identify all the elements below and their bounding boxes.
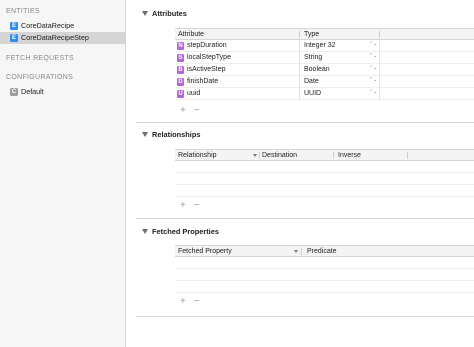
- attribute-row[interactable]: N stepDuration Integer 32 ⌃⌄: [175, 40, 474, 52]
- column-divider: [379, 40, 380, 52]
- column-header-type[interactable]: Type: [304, 29, 319, 40]
- attributes-title: Attributes: [152, 9, 187, 18]
- attribute-type[interactable]: Boolean: [304, 64, 330, 76]
- remove-relationship-button[interactable]: −: [194, 200, 200, 211]
- attribute-row[interactable]: D finishDate Date ⌃⌄: [175, 76, 474, 88]
- column-header-predicate[interactable]: Predicate: [307, 246, 337, 257]
- relationships-section-toggle[interactable]: Relationships: [142, 130, 200, 139]
- table-row: [175, 281, 474, 293]
- section-divider: [136, 218, 474, 219]
- fetch-requests-header: FETCH REQUESTS: [6, 55, 74, 62]
- column-header-destination[interactable]: Destination: [262, 150, 297, 161]
- column-divider: [299, 64, 300, 76]
- column-header-inverse[interactable]: Inverse: [338, 150, 361, 161]
- table-row: [175, 161, 474, 173]
- column-header-relationship[interactable]: Relationship: [178, 150, 217, 161]
- attribute-row[interactable]: B isActiveStep Boolean ⌃⌄: [175, 64, 474, 76]
- relationships-title: Relationships: [152, 130, 201, 139]
- attribute-name[interactable]: isActiveStep: [187, 64, 226, 76]
- table-row: [175, 257, 474, 269]
- attribute-type-badge-icon: U: [177, 90, 184, 98]
- attribute-row[interactable]: S localStepType String ⌃⌄: [175, 52, 474, 64]
- fetched-properties-table: Fetched Property Predicate: [175, 245, 474, 293]
- attribute-type-badge-icon: S: [177, 54, 184, 62]
- disclosure-triangle-icon: [142, 11, 148, 16]
- section-divider: [136, 316, 474, 317]
- section-divider: [136, 122, 474, 123]
- attribute-type[interactable]: Date: [304, 76, 319, 88]
- type-popup-chevron-icon[interactable]: ⌃⌄: [369, 90, 377, 98]
- relationships-table: Relationship Destination Inverse: [175, 149, 474, 197]
- attributes-add-remove: + −: [180, 105, 200, 116]
- add-fetched-property-button[interactable]: +: [180, 296, 186, 307]
- sort-indicator-icon: [253, 154, 257, 157]
- remove-attribute-button[interactable]: −: [194, 105, 200, 116]
- column-divider: [299, 40, 300, 52]
- column-separator: [379, 31, 380, 38]
- configuration-item-default[interactable]: C Default: [0, 86, 125, 98]
- column-divider: [379, 52, 380, 64]
- entities-header: ENTITIES: [6, 8, 40, 15]
- entity-badge-icon: E: [10, 34, 18, 42]
- attribute-type[interactable]: UUID: [304, 88, 321, 100]
- column-divider: [299, 88, 300, 100]
- column-separator: [301, 248, 302, 255]
- attribute-type[interactable]: Integer 32: [304, 40, 336, 52]
- entity-label: CoreDataRecipeStep: [21, 33, 89, 42]
- sidebar: ENTITIES E CoreDataRecipe E CoreDataReci…: [0, 0, 126, 347]
- remove-fetched-property-button[interactable]: −: [194, 296, 200, 307]
- relationships-table-header: Relationship Destination Inverse: [175, 149, 474, 161]
- disclosure-triangle-icon: [142, 229, 148, 234]
- type-popup-chevron-icon[interactable]: ⌃⌄: [369, 66, 377, 74]
- sort-indicator-icon: [294, 250, 298, 253]
- attribute-name[interactable]: finishDate: [187, 76, 218, 88]
- attribute-type[interactable]: String: [304, 52, 322, 64]
- attribute-row[interactable]: U uuid UUID ⌃⌄: [175, 88, 474, 100]
- type-popup-chevron-icon[interactable]: ⌃⌄: [369, 54, 377, 62]
- attributes-table: Attribute Type N stepDuration Integer 32…: [175, 28, 474, 100]
- type-popup-chevron-icon[interactable]: ⌃⌄: [369, 78, 377, 86]
- fetched-properties-title: Fetched Properties: [152, 227, 219, 236]
- attribute-name[interactable]: localStepType: [187, 52, 231, 64]
- configuration-badge-icon: C: [10, 88, 18, 96]
- type-popup-chevron-icon[interactable]: ⌃⌄: [369, 42, 377, 50]
- column-separator: [333, 152, 334, 159]
- disclosure-triangle-icon: [142, 132, 148, 137]
- add-attribute-button[interactable]: +: [180, 105, 186, 116]
- entity-editor: Attributes Attribute Type N stepDuration…: [136, 0, 474, 347]
- table-row: [175, 269, 474, 281]
- fetched-properties-table-header: Fetched Property Predicate: [175, 245, 474, 257]
- column-header-fetched-property[interactable]: Fetched Property: [178, 246, 232, 257]
- table-row: [175, 173, 474, 185]
- column-divider: [379, 76, 380, 88]
- entity-label: CoreDataRecipe: [21, 21, 75, 30]
- relationships-add-remove: + −: [180, 200, 200, 211]
- attribute-type-badge-icon: B: [177, 66, 184, 74]
- fetched-properties-add-remove: + −: [180, 296, 200, 307]
- add-relationship-button[interactable]: +: [180, 200, 186, 211]
- attribute-name[interactable]: stepDuration: [187, 40, 227, 52]
- column-divider: [379, 88, 380, 100]
- column-separator: [407, 152, 408, 159]
- column-separator: [299, 31, 300, 38]
- fetched-properties-section-toggle[interactable]: Fetched Properties: [142, 227, 219, 236]
- column-separator: [259, 152, 260, 159]
- column-divider: [299, 52, 300, 64]
- attributes-section-toggle[interactable]: Attributes: [142, 9, 187, 18]
- attribute-name[interactable]: uuid: [187, 88, 200, 100]
- column-divider: [379, 64, 380, 76]
- attribute-type-badge-icon: N: [177, 42, 184, 50]
- attribute-type-badge-icon: D: [177, 78, 184, 86]
- configuration-label: Default: [21, 87, 44, 96]
- column-header-attribute[interactable]: Attribute: [178, 29, 204, 40]
- configurations-header: CONFIGURATIONS: [6, 74, 74, 81]
- entity-badge-icon: E: [10, 22, 18, 30]
- column-divider: [299, 76, 300, 88]
- entity-item-coredatarecipe[interactable]: E CoreDataRecipe: [0, 20, 125, 32]
- entity-item-coredatarecipestep[interactable]: E CoreDataRecipeStep: [0, 32, 125, 44]
- table-row: [175, 185, 474, 197]
- attributes-table-header: Attribute Type: [175, 28, 474, 40]
